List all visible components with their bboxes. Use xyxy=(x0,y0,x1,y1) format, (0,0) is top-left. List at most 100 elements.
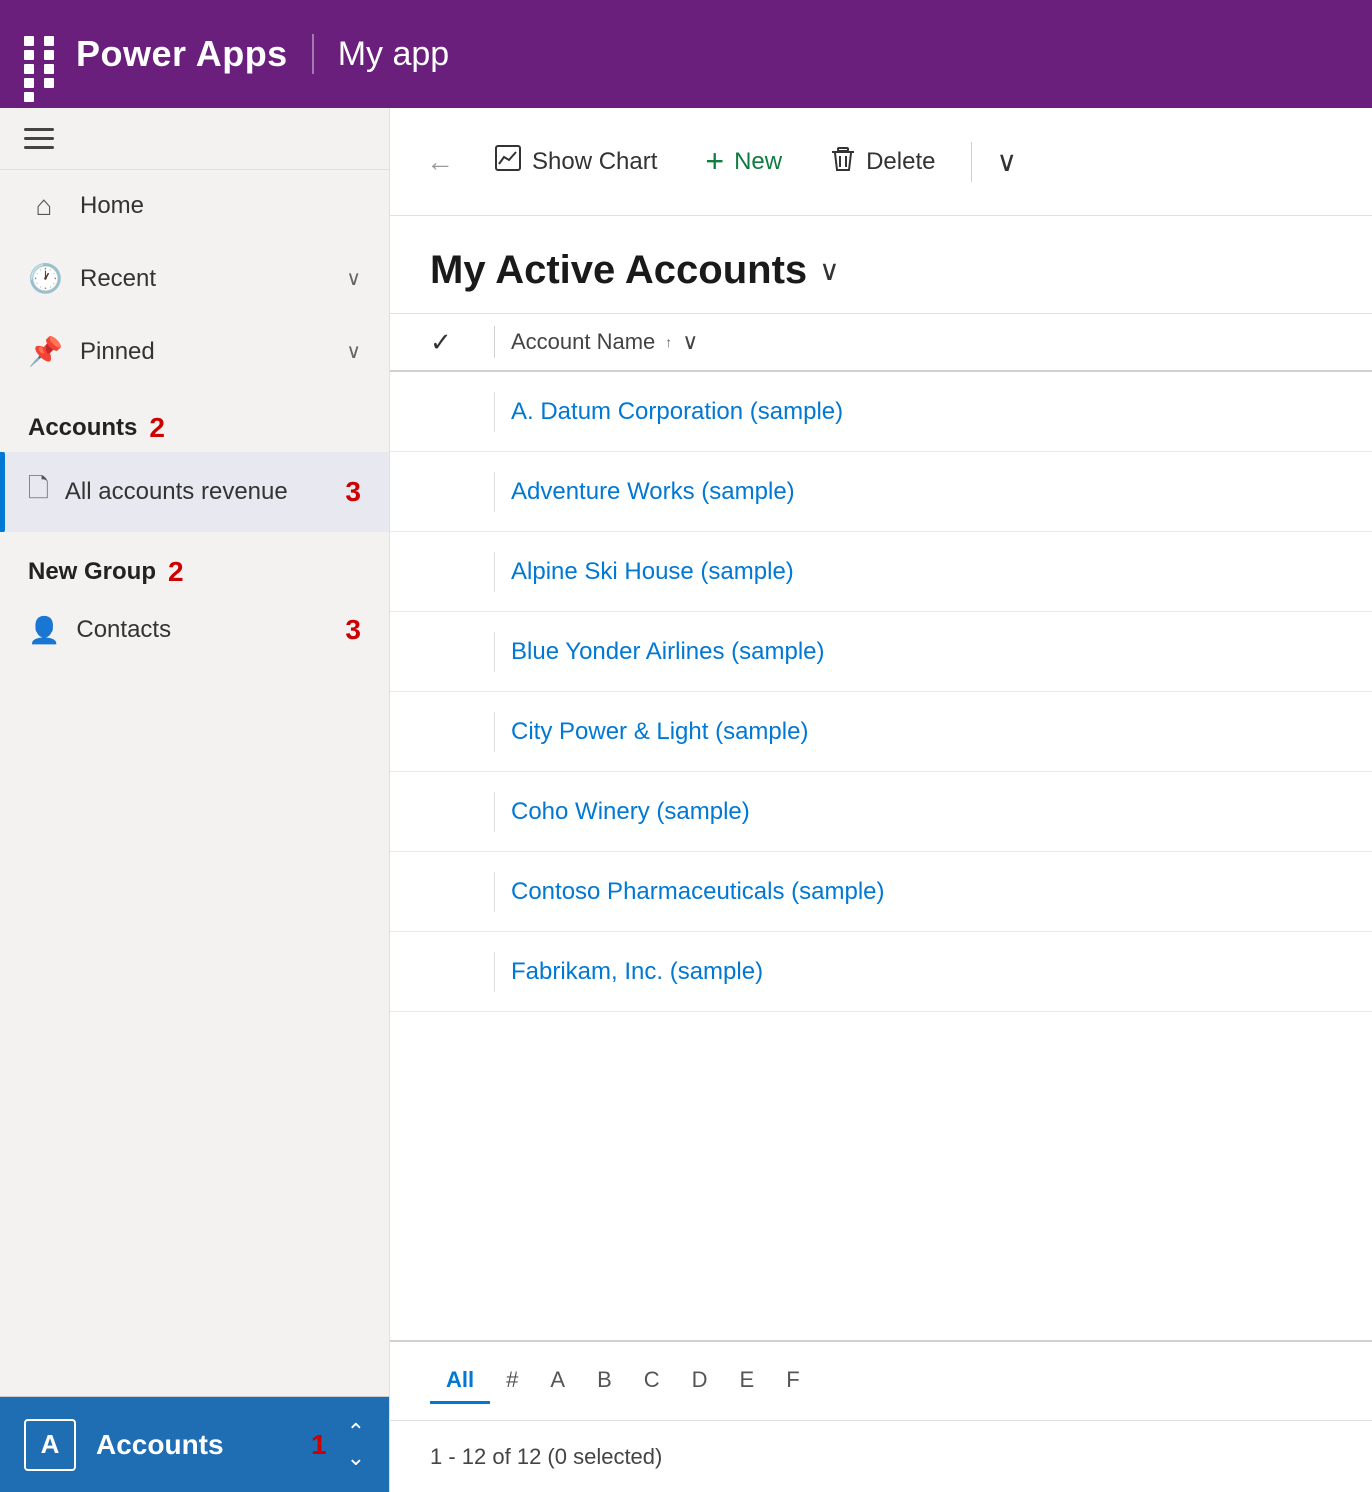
page-letter-a[interactable]: A xyxy=(534,1359,581,1404)
accounts-revenue-icon: 🗋 xyxy=(28,470,49,514)
footer-chevron-icon: ⌃⌄ xyxy=(347,1419,365,1471)
page-letter-b[interactable]: B xyxy=(581,1359,628,1404)
delete-icon xyxy=(830,144,856,179)
contacts-icon: 👤 xyxy=(28,615,60,646)
accounts-table-body: A. Datum Corporation (sample) Adventure … xyxy=(390,372,1372,1340)
sort-desc-icon[interactable]: ∨ xyxy=(682,329,698,355)
new-button[interactable]: + New xyxy=(685,133,802,190)
accounts-revenue-label: All accounts revenue xyxy=(65,478,330,506)
toolbar: ← Show Chart + New xyxy=(390,108,1372,216)
main-content: ← Show Chart + New xyxy=(390,108,1372,1492)
sidebar-pinned-label: Pinned xyxy=(80,338,326,366)
sidebar-footer[interactable]: A Accounts 1 ⌃⌄ xyxy=(0,1396,389,1492)
view-title-bar: My Active Accounts ∨ xyxy=(390,216,1372,313)
sidebar: ⌂ Home 🕐 Recent ∨ 📌 Pinned ∨ Accounts 2 xyxy=(0,108,390,1492)
view-title: My Active Accounts xyxy=(430,248,807,293)
new-group-section-badge: 2 xyxy=(168,556,184,588)
row-divider xyxy=(494,392,495,432)
account-name-cell[interactable]: City Power & Light (sample) xyxy=(511,718,808,746)
show-chart-label: Show Chart xyxy=(532,148,657,176)
footer-avatar: A xyxy=(24,1419,76,1471)
row-divider xyxy=(494,632,495,672)
sidebar-nav: ⌂ Home 🕐 Recent ∨ 📌 Pinned ∨ Accounts 2 xyxy=(0,170,389,1396)
sort-asc-icon: ↑ xyxy=(665,335,672,349)
contacts-badge: 3 xyxy=(345,614,361,646)
col-divider xyxy=(494,326,495,358)
page-letter-c[interactable]: C xyxy=(628,1359,676,1404)
view-title-chevron-icon[interactable]: ∨ xyxy=(819,254,840,287)
page-letter-f[interactable]: F xyxy=(770,1359,815,1404)
account-name-cell[interactable]: A. Datum Corporation (sample) xyxy=(511,398,843,426)
page-letter-all[interactable]: All xyxy=(430,1359,490,1404)
new-group-section-header: New Group 2 xyxy=(0,532,389,596)
account-name-cell[interactable]: Alpine Ski House (sample) xyxy=(511,558,794,586)
table-row[interactable]: Alpine Ski House (sample) xyxy=(390,532,1372,612)
sidebar-item-pinned[interactable]: 📌 Pinned ∨ xyxy=(0,315,389,388)
accounts-section-header: Accounts 2 xyxy=(0,388,389,452)
delete-button[interactable]: Delete xyxy=(810,134,955,189)
recent-icon: 🕐 xyxy=(28,262,60,295)
table-row[interactable]: Fabrikam, Inc. (sample) xyxy=(390,932,1372,1012)
new-plus-icon: + xyxy=(705,143,724,180)
sidebar-link-all-accounts-revenue[interactable]: 🗋 All accounts revenue 3 xyxy=(0,452,389,532)
table-row[interactable]: Coho Winery (sample) xyxy=(390,772,1372,852)
row-divider xyxy=(494,952,495,992)
my-app-label: My app xyxy=(338,35,450,74)
table-header: ✓ Account Name ↑ ∨ xyxy=(390,313,1372,372)
home-icon: ⌂ xyxy=(28,190,60,222)
chart-icon xyxy=(494,144,522,179)
app-header: Power Apps My app xyxy=(0,0,1372,108)
back-button[interactable]: ← xyxy=(414,138,466,186)
table-row[interactable]: Blue Yonder Airlines (sample) xyxy=(390,612,1372,692)
footer-badge: 1 xyxy=(311,1429,327,1461)
accounts-section-badge: 2 xyxy=(149,412,165,444)
accounts-section-label: Accounts xyxy=(28,414,137,442)
sidebar-item-home[interactable]: ⌂ Home xyxy=(0,170,389,242)
pinned-icon: 📌 xyxy=(28,335,60,368)
page-letter-e[interactable]: E xyxy=(724,1359,771,1404)
main-layout: ⌂ Home 🕐 Recent ∨ 📌 Pinned ∨ Accounts 2 xyxy=(0,108,1372,1492)
new-label: New xyxy=(734,148,782,176)
select-all-checkbox[interactable]: ✓ xyxy=(430,327,478,358)
table-row[interactable]: Adventure Works (sample) xyxy=(390,452,1372,532)
show-chart-button[interactable]: Show Chart xyxy=(474,134,677,189)
table-row[interactable]: Contoso Pharmaceuticals (sample) xyxy=(390,852,1372,932)
contacts-label: Contacts xyxy=(76,616,329,644)
sidebar-link-contacts[interactable]: 👤 Contacts 3 xyxy=(0,596,389,664)
row-divider xyxy=(494,872,495,912)
back-icon: ← xyxy=(426,146,454,177)
table-row[interactable]: A. Datum Corporation (sample) xyxy=(390,372,1372,452)
row-divider xyxy=(494,552,495,592)
sidebar-top xyxy=(0,108,389,170)
new-group-section-label: New Group xyxy=(28,558,156,586)
hamburger-menu[interactable] xyxy=(24,128,54,149)
account-name-column-header[interactable]: Account Name ↑ ∨ xyxy=(511,329,698,355)
status-bar: 1 - 12 of 12 (0 selected) xyxy=(390,1420,1372,1492)
sort-icons: ↑ xyxy=(665,335,672,349)
account-name-header-label: Account Name xyxy=(511,329,655,355)
account-name-cell[interactable]: Adventure Works (sample) xyxy=(511,478,795,506)
account-name-cell[interactable]: Fabrikam, Inc. (sample) xyxy=(511,958,763,986)
table-row[interactable]: City Power & Light (sample) xyxy=(390,692,1372,772)
sidebar-item-recent[interactable]: 🕐 Recent ∨ xyxy=(0,242,389,315)
row-divider xyxy=(494,712,495,752)
page-letter-d[interactable]: D xyxy=(676,1359,724,1404)
pinned-chevron-icon: ∨ xyxy=(346,339,361,364)
chevron-down-icon: ∨ xyxy=(996,146,1017,177)
account-name-cell[interactable]: Coho Winery (sample) xyxy=(511,798,750,826)
recent-chevron-icon: ∨ xyxy=(346,266,361,291)
delete-label: Delete xyxy=(866,148,935,176)
row-divider xyxy=(494,792,495,832)
account-name-cell[interactable]: Blue Yonder Airlines (sample) xyxy=(511,638,825,666)
more-options-button[interactable]: ∨ xyxy=(988,137,1025,186)
sidebar-home-label: Home xyxy=(80,192,361,220)
status-text: 1 - 12 of 12 (0 selected) xyxy=(430,1444,662,1470)
app-grid-icon[interactable] xyxy=(24,36,60,72)
app-title: Power Apps xyxy=(76,33,288,75)
pagination-bar: All # A B C D E F xyxy=(390,1340,1372,1420)
row-divider xyxy=(494,472,495,512)
account-name-cell[interactable]: Contoso Pharmaceuticals (sample) xyxy=(511,878,885,906)
accounts-revenue-badge: 3 xyxy=(345,476,361,508)
page-letter-hash[interactable]: # xyxy=(490,1359,534,1404)
header-divider xyxy=(312,34,314,74)
